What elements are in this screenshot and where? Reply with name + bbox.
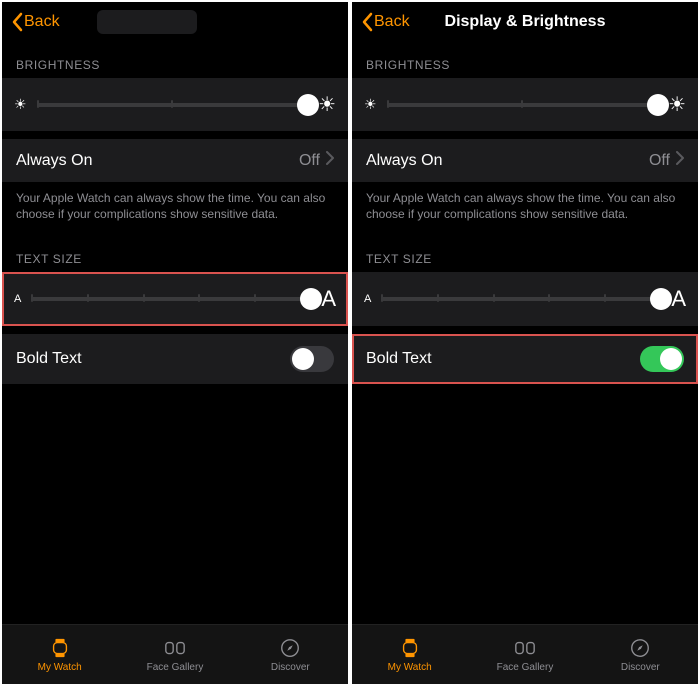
- tab-bar: My Watch Face Gallery Discover: [352, 624, 698, 684]
- text-size-small-icon: A: [14, 293, 21, 305]
- text-size-thumb[interactable]: [300, 288, 322, 310]
- brightness-header: BRIGHTNESS: [352, 42, 698, 78]
- always-on-value: Off: [649, 152, 670, 170]
- brightness-slider-row: ☀ ☀: [2, 78, 348, 131]
- text-size-slider[interactable]: [381, 297, 661, 301]
- brightness-header: BRIGHTNESS: [2, 42, 348, 78]
- tab-my-watch[interactable]: My Watch: [352, 625, 467, 684]
- tab-face-gallery[interactable]: Face Gallery: [117, 625, 232, 684]
- brightness-high-icon: ☀: [668, 92, 686, 117]
- tab-label-my-watch: My Watch: [38, 662, 82, 673]
- face-gallery-icon: [514, 637, 536, 659]
- tab-face-gallery[interactable]: Face Gallery: [467, 625, 582, 684]
- text-size-header: TEXT SIZE: [352, 236, 698, 272]
- bold-text-label: Bold Text: [16, 350, 290, 368]
- always-on-label: Always On: [16, 152, 299, 170]
- bold-text-label: Bold Text: [366, 350, 640, 368]
- always-on-footer: Your Apple Watch can always show the tim…: [352, 182, 698, 236]
- always-on-value: Off: [299, 152, 320, 170]
- navbar: Back Display & Brightness: [352, 2, 698, 42]
- chevron-right-icon: [326, 151, 334, 170]
- content: BRIGHTNESS ☀ ☀ Always On Off Your Apple …: [2, 42, 348, 624]
- tab-label-my-watch: My Watch: [388, 662, 432, 673]
- face-gallery-icon: [164, 637, 186, 659]
- text-size-large-icon: A: [671, 286, 686, 312]
- chevron-left-icon: [360, 12, 374, 32]
- bold-text-row: Bold Text: [2, 334, 348, 384]
- bold-text-row: Bold Text: [352, 334, 698, 384]
- text-size-slider-row: A A: [2, 272, 348, 326]
- redacted-title: [97, 10, 197, 34]
- text-size-slider[interactable]: [31, 297, 311, 301]
- tab-my-watch[interactable]: My Watch: [2, 625, 117, 684]
- brightness-thumb[interactable]: [647, 94, 669, 116]
- back-button[interactable]: Back: [10, 12, 60, 32]
- tab-label-discover: Discover: [271, 662, 310, 673]
- back-label: Back: [24, 13, 60, 31]
- brightness-slider-row: ☀ ☀: [352, 78, 698, 131]
- tab-discover[interactable]: Discover: [233, 625, 348, 684]
- bold-text-toggle[interactable]: [640, 346, 684, 372]
- brightness-slider[interactable]: [387, 103, 659, 107]
- discover-icon: [629, 637, 651, 659]
- watch-icon: [399, 637, 421, 659]
- text-size-large-icon: A: [321, 286, 336, 312]
- tab-discover[interactable]: Discover: [583, 625, 698, 684]
- always-on-row[interactable]: Always On Off: [2, 139, 348, 182]
- brightness-thumb[interactable]: [297, 94, 319, 116]
- back-label: Back: [374, 13, 410, 31]
- watch-icon: [49, 637, 71, 659]
- text-size-small-icon: A: [364, 293, 371, 305]
- tab-label-face-gallery: Face Gallery: [497, 662, 554, 673]
- bold-text-toggle[interactable]: [290, 346, 334, 372]
- text-size-slider-row: A A: [352, 272, 698, 326]
- content: BRIGHTNESS ☀ ☀ Always On Off Your Apple …: [352, 42, 698, 624]
- screenshot-right: Back Display & Brightness BRIGHTNESS ☀ ☀…: [352, 2, 698, 684]
- back-button[interactable]: Back: [360, 12, 410, 32]
- screenshot-left: Back BRIGHTNESS ☀ ☀ Always On Off Your A…: [2, 2, 348, 684]
- always-on-footer: Your Apple Watch can always show the tim…: [2, 182, 348, 236]
- brightness-low-icon: ☀: [14, 96, 27, 113]
- navbar: Back: [2, 2, 348, 42]
- text-size-thumb[interactable]: [650, 288, 672, 310]
- brightness-high-icon: ☀: [318, 92, 336, 117]
- tab-label-discover: Discover: [621, 662, 660, 673]
- tab-bar: My Watch Face Gallery Discover: [2, 624, 348, 684]
- discover-icon: [279, 637, 301, 659]
- always-on-label: Always On: [366, 152, 649, 170]
- chevron-left-icon: [10, 12, 24, 32]
- brightness-slider[interactable]: [37, 103, 309, 107]
- tab-label-face-gallery: Face Gallery: [147, 662, 204, 673]
- brightness-low-icon: ☀: [364, 96, 377, 113]
- chevron-right-icon: [676, 151, 684, 170]
- text-size-header: TEXT SIZE: [2, 236, 348, 272]
- always-on-row[interactable]: Always On Off: [352, 139, 698, 182]
